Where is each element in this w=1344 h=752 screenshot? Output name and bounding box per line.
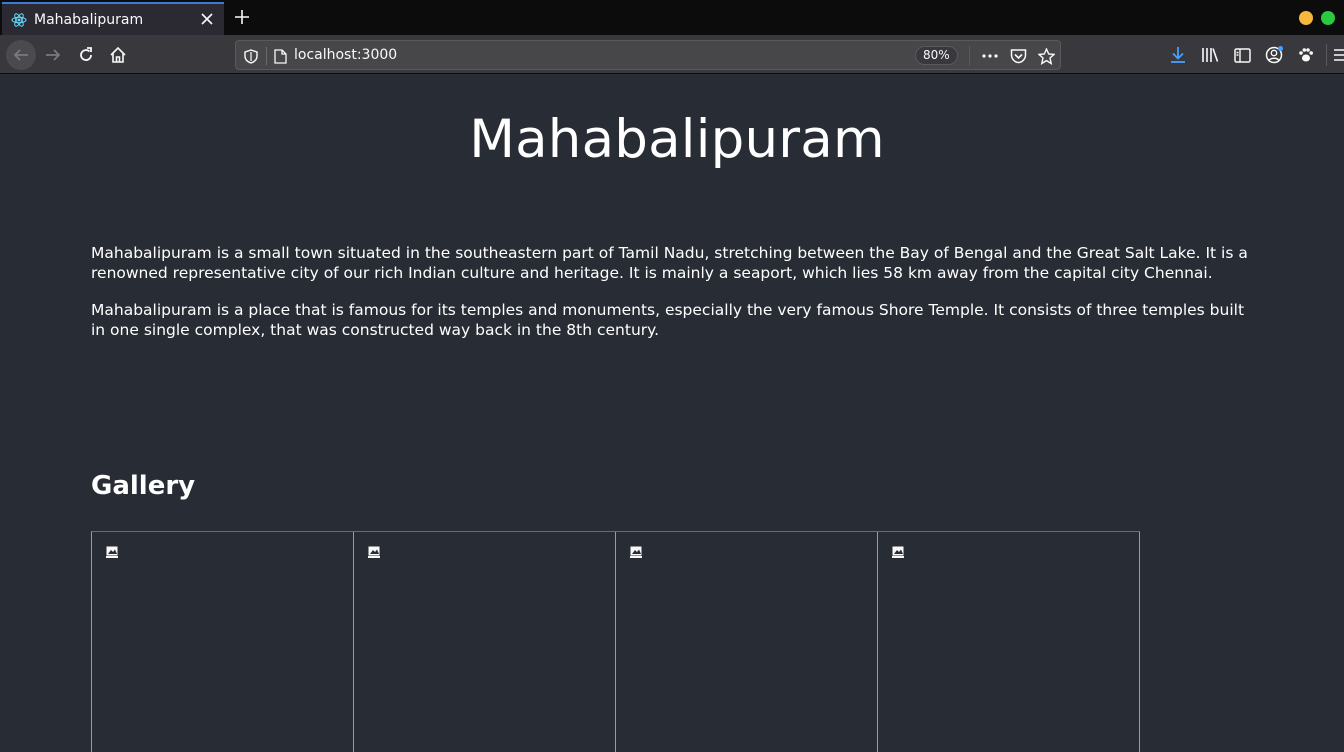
tab-strip: Mahabalipuram	[0, 0, 1344, 35]
forward-button[interactable]	[38, 40, 68, 70]
menu-icon[interactable]	[1326, 44, 1344, 66]
broken-image-icon	[368, 546, 380, 558]
sidebar-icon[interactable]	[1231, 44, 1253, 66]
pocket-icon[interactable]	[1008, 46, 1028, 66]
reload-button[interactable]	[71, 40, 101, 70]
home-icon	[110, 46, 126, 63]
react-logo-icon	[11, 12, 27, 28]
url-separator	[969, 46, 970, 66]
maximize-button[interactable]	[1321, 11, 1335, 25]
broken-image-icon	[106, 546, 118, 558]
extension-paw-icon[interactable]	[1295, 44, 1317, 66]
back-arrow-icon	[13, 49, 28, 61]
close-tab-icon[interactable]	[198, 10, 216, 28]
tab-mahabalipuram[interactable]: Mahabalipuram	[2, 2, 224, 35]
minimize-button[interactable]	[1299, 11, 1313, 25]
home-button[interactable]	[103, 40, 133, 70]
gallery-grid	[91, 531, 1140, 752]
broken-image-icon	[630, 546, 642, 558]
url-separator	[266, 47, 267, 65]
bookmark-star-icon[interactable]	[1036, 46, 1056, 66]
reload-icon	[80, 47, 92, 61]
gallery-heading: Gallery	[91, 471, 196, 501]
intro-paragraph: Mahabalipuram is a place that is famous …	[91, 301, 1245, 339]
page-title: Mahabalipuram	[469, 109, 885, 170]
url-text[interactable]: localhost:3000	[294, 47, 397, 63]
more-actions-icon[interactable]	[980, 46, 1000, 66]
gallery-image[interactable]	[877, 532, 1140, 752]
page-icon	[270, 46, 290, 66]
broken-image-icon	[892, 546, 904, 558]
back-button[interactable]	[6, 40, 36, 70]
account-icon[interactable]	[1263, 44, 1285, 66]
intro-section: Mahabalipuram is a small town situated i…	[91, 243, 1261, 357]
downloads-icon[interactable]	[1167, 44, 1189, 66]
navigation-toolbar: localhost:3000 80%	[0, 35, 1344, 74]
forward-arrow-icon	[46, 49, 61, 61]
new-tab-icon[interactable]	[232, 7, 252, 27]
shield-icon[interactable]	[241, 46, 261, 66]
tab-title: Mahabalipuram	[34, 11, 144, 28]
library-icon[interactable]	[1199, 44, 1221, 66]
zoom-level-badge[interactable]: 80%	[915, 46, 958, 65]
page-content: Mahabalipuram Mahabalipuram is a small t…	[0, 75, 1344, 752]
intro-paragraph: Mahabalipuram is a small town situated i…	[91, 244, 1248, 282]
gallery-image[interactable]	[615, 532, 877, 752]
address-bar[interactable]: localhost:3000 80%	[235, 40, 1061, 70]
gallery-image[interactable]	[353, 532, 615, 752]
gallery-image[interactable]	[91, 532, 353, 752]
